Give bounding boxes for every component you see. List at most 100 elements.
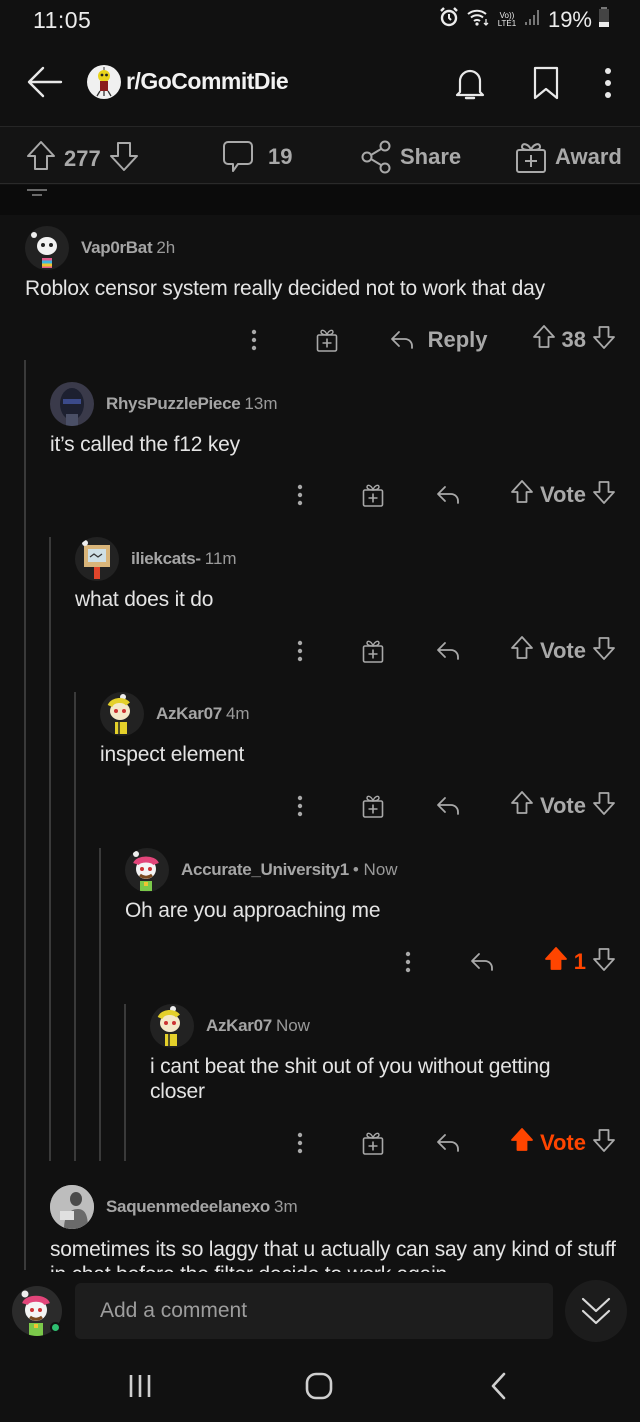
award-gift-icon xyxy=(362,795,384,818)
comment-more-button[interactable] xyxy=(290,1132,310,1154)
post-score: 277 xyxy=(64,146,101,171)
comment-award-button[interactable] xyxy=(316,327,338,353)
comments-button[interactable]: 19 xyxy=(222,140,292,174)
more-vertical-icon xyxy=(605,68,611,98)
reply-icon xyxy=(437,486,459,504)
comment-score: Vote xyxy=(539,1130,586,1155)
downvote-icon xyxy=(593,326,615,349)
notification-button[interactable] xyxy=(452,64,488,102)
thread-line-5[interactable] xyxy=(124,1004,126,1161)
comment-vote: Vote xyxy=(510,635,616,667)
comment-score: Vote xyxy=(539,638,586,663)
thread-line-3[interactable] xyxy=(74,692,76,1161)
downvote-icon xyxy=(593,1129,615,1152)
status-time: 11:05 xyxy=(33,7,92,33)
upvote-button[interactable] xyxy=(510,790,534,822)
comment-reply-button[interactable] xyxy=(470,951,494,973)
online-status-dot xyxy=(50,1322,61,1333)
downvote-button[interactable] xyxy=(592,479,616,511)
upvote-button[interactable] xyxy=(26,140,56,178)
comment-more-button[interactable] xyxy=(398,951,418,973)
avatar[interactable] xyxy=(150,1004,194,1048)
comment-more-button[interactable] xyxy=(290,795,310,817)
comment-bubble-icon xyxy=(223,141,253,172)
comment-reply-button[interactable] xyxy=(436,1132,460,1154)
back-button[interactable] xyxy=(25,64,65,100)
comment-username[interactable]: Accurate_University1 xyxy=(181,860,349,879)
subreddit-name[interactable]: r/GoCommitDie xyxy=(126,68,289,95)
avatar[interactable] xyxy=(125,848,169,892)
avatar[interactable] xyxy=(50,382,94,426)
comment-reply-button[interactable] xyxy=(436,640,460,662)
avatar[interactable] xyxy=(50,1185,94,1229)
wifi-icon xyxy=(466,7,490,32)
comment-username[interactable]: Saquenmedeelanexo xyxy=(106,1197,270,1216)
upvote-button[interactable] xyxy=(532,324,556,356)
award-gift-icon xyxy=(516,143,546,173)
downvote-button[interactable] xyxy=(592,324,616,356)
comment-more-button[interactable] xyxy=(290,640,310,662)
comment-body: Oh are you approaching me xyxy=(125,899,381,922)
sort-icon[interactable] xyxy=(25,184,49,196)
downvote-button[interactable] xyxy=(592,790,616,822)
thread-line-2[interactable] xyxy=(49,537,51,1161)
reply-icon xyxy=(437,1134,459,1152)
comment-username[interactable]: AzKar07 xyxy=(206,1016,272,1035)
system-back-button[interactable] xyxy=(479,1368,519,1404)
home-button[interactable] xyxy=(299,1368,339,1404)
comment-header: iliekcats- 11m xyxy=(75,537,620,581)
comment-reply-button[interactable] xyxy=(436,484,460,506)
comment-time: 2h xyxy=(156,238,176,257)
back-arrow-icon xyxy=(27,66,63,98)
save-button[interactable] xyxy=(532,66,560,100)
comment-username[interactable]: iliekcats- xyxy=(131,549,201,568)
thread-line-4[interactable] xyxy=(99,848,101,1161)
comment-award-button[interactable] xyxy=(362,793,384,819)
comment-header: RhysPuzzlePiece 13m xyxy=(50,382,620,426)
comment-award-button[interactable] xyxy=(362,638,384,664)
comment-actions: Vote xyxy=(290,479,616,511)
upvote-button-active[interactable] xyxy=(544,946,568,978)
post-header: r/GoCommitDie xyxy=(0,50,640,120)
upvote-icon xyxy=(511,791,533,814)
comment-body: sometimes its so laggy that u actually c… xyxy=(50,1238,616,1272)
downvote-button[interactable] xyxy=(592,946,616,978)
alarm-icon xyxy=(438,6,460,33)
comment: iliekcats- 11m what does it do xyxy=(75,537,620,612)
avatar[interactable] xyxy=(75,537,119,581)
comment-body: what does it do xyxy=(75,588,214,611)
comment-composer xyxy=(0,1272,640,1350)
upvote-filled-icon xyxy=(511,1128,533,1151)
upvote-button[interactable] xyxy=(510,635,534,667)
comment-username[interactable]: Vap0rBat xyxy=(81,238,153,257)
upvote-button[interactable] xyxy=(510,479,534,511)
share-button[interactable]: Share xyxy=(360,140,461,174)
comment-reply-button[interactable]: Reply xyxy=(390,327,488,353)
comment-award-button[interactable] xyxy=(362,482,384,508)
comment-more-button[interactable] xyxy=(290,484,310,506)
comment: Accurate_University1 • Now Oh are you app… xyxy=(125,848,620,923)
more-vertical-icon xyxy=(297,484,303,506)
avatar[interactable] xyxy=(100,692,144,736)
more-options-button[interactable] xyxy=(598,66,618,100)
thread-line-1[interactable] xyxy=(24,360,26,1270)
avatar[interactable] xyxy=(25,226,69,270)
comment-award-button[interactable] xyxy=(362,1130,384,1156)
recent-apps-button[interactable] xyxy=(120,1368,160,1404)
comment-username[interactable]: RhysPuzzlePiece xyxy=(106,394,241,413)
upvote-icon xyxy=(511,480,533,503)
add-comment-input[interactable] xyxy=(75,1283,553,1339)
comment-time: 11m xyxy=(204,549,237,568)
award-button[interactable]: Award xyxy=(515,140,622,174)
downvote-button[interactable] xyxy=(109,140,139,178)
next-comment-button[interactable] xyxy=(565,1280,627,1342)
comment-reply-button[interactable] xyxy=(436,795,460,817)
downvote-button[interactable] xyxy=(592,1127,616,1159)
comment-username[interactable]: AzKar07 xyxy=(156,704,222,723)
downvote-button[interactable] xyxy=(592,635,616,667)
more-vertical-icon xyxy=(297,795,303,817)
subreddit-avatar[interactable] xyxy=(87,65,121,99)
comment-time: 4m xyxy=(225,704,250,723)
comment-more-button[interactable] xyxy=(244,329,264,351)
upvote-button-active[interactable] xyxy=(510,1127,534,1159)
